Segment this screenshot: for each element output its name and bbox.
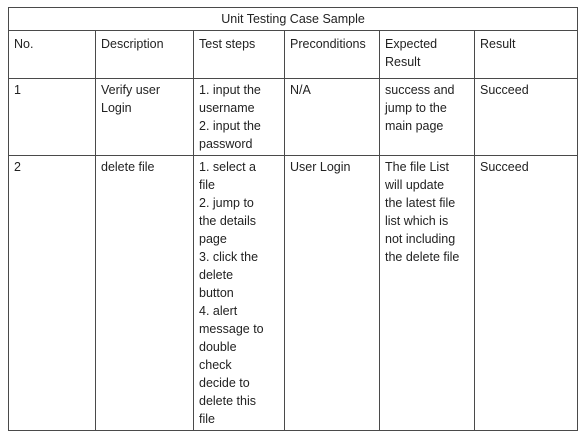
cell-preconditions: User Login: [284, 155, 380, 431]
header-preconditions: Preconditions: [284, 30, 380, 79]
table-title: Unit Testing Case Sample: [7, 7, 579, 31]
unit-testing-table: Unit Testing Case Sample No. Description…: [7, 7, 579, 431]
cell-test-steps: 1. select a file 2. jump to the details …: [193, 155, 285, 431]
header-result: Result: [473, 30, 579, 79]
table-row: 2 delete file 1. select a file 2. jump t…: [8, 155, 579, 431]
test-case-document: Unit Testing Case Sample No. Description…: [7, 7, 579, 431]
cell-description: delete file: [95, 155, 194, 431]
cell-expected-result: success and jump to the main page: [379, 78, 475, 156]
cell-result: Succeed: [473, 78, 579, 156]
header-expected-result: Expected Result: [379, 30, 475, 79]
cell-result: Succeed: [473, 155, 579, 431]
cell-expected-result: The file List will update the latest fil…: [379, 155, 475, 431]
header-test-steps: Test steps: [193, 30, 285, 79]
table-title-row: Unit Testing Case Sample: [7, 7, 579, 31]
table-row: 1 Verify user Login 1. input the usernam…: [8, 78, 579, 156]
cell-preconditions: N/A: [284, 78, 380, 156]
header-description: Description: [95, 30, 194, 79]
cell-test-steps: 1. input the username 2. input the passw…: [193, 78, 285, 156]
header-row: No. Description Test steps Preconditions…: [8, 30, 579, 79]
header-no: No.: [8, 30, 96, 79]
cell-no: 1: [8, 78, 96, 156]
cell-description: Verify user Login: [95, 78, 194, 156]
cell-no: 2: [8, 155, 96, 431]
